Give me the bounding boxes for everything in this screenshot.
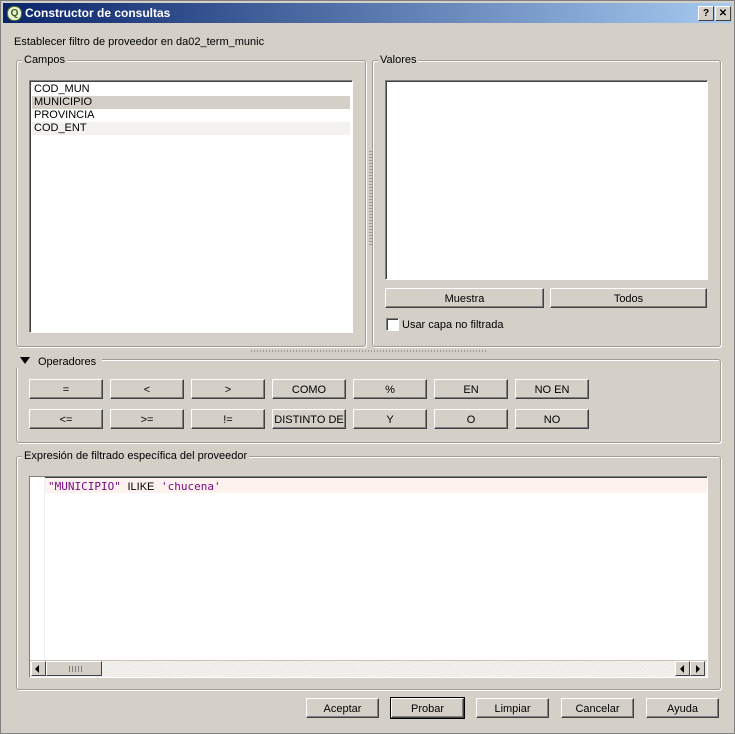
expr-keyword-token: ILIKE [127,481,155,493]
fields-list[interactable]: COD_MUN MUNICIPIO PROVINCIA COD_ENT [29,80,353,333]
title-bar: Q Constructor de consultas ? ✕ [3,3,732,23]
sample-button[interactable]: Muestra [385,288,544,308]
op-in-button[interactable]: EN [434,379,508,399]
field-item[interactable]: COD_MUN [32,83,350,96]
ok-button[interactable]: Aceptar [306,698,379,718]
operators-group-header[interactable]: Operadores [15,356,103,368]
arrow-right-icon [696,665,700,673]
query-builder-dialog: Q Constructor de consultas ? ✕ Establece… [0,0,735,734]
editor-gutter [30,477,45,677]
cancel-button[interactable]: Cancelar [561,698,634,718]
op-greater-button[interactable]: > [191,379,265,399]
op-or-button[interactable]: O [434,409,508,429]
scroll-left-button-2[interactable] [675,661,690,676]
scroll-right-button[interactable] [690,661,705,676]
op-and-button[interactable]: Y [353,409,427,429]
field-item[interactable]: PROVINCIA [32,109,350,122]
expr-value-token: 'chucena' [161,480,221,493]
scroll-thumb[interactable] [46,661,102,676]
help-title-button[interactable]: ? [698,6,714,21]
provider-filter-label: Establecer filtro de proveedor en da02_t… [14,36,265,48]
grip-icon [69,666,83,672]
op-not-in-button[interactable]: NO EN [515,379,589,399]
expression-code[interactable]: "MUNICIPIO" ILIKE 'chucena' [48,480,221,493]
op-equal-button[interactable]: = [29,379,103,399]
arrow-left-icon [680,665,684,673]
values-group-title: Valores [378,54,419,66]
op-like-button[interactable]: COMO [272,379,346,399]
operators-group [16,359,721,443]
window-title: Constructor de consultas [25,6,171,20]
unfiltered-layer-label: Usar capa no filtrada [402,319,504,331]
fields-group-title: Campos [22,54,67,66]
op-less-button[interactable]: < [110,379,184,399]
horizontal-splitter-handle[interactable] [251,350,487,352]
collapse-triangle-icon[interactable] [20,357,30,364]
op-not-button[interactable]: NO [515,409,589,429]
op-less-equal-button[interactable]: <= [29,409,103,429]
all-button[interactable]: Todos [550,288,707,308]
op-percent-button[interactable]: % [353,379,427,399]
unfiltered-layer-checkbox[interactable] [386,318,399,331]
clear-button[interactable]: Limpiar [476,698,549,718]
scroll-left-button[interactable] [31,661,46,676]
op-not-equal-button[interactable]: != [191,409,265,429]
expression-editor[interactable]: "MUNICIPIO" ILIKE 'chucena' [29,476,708,678]
help-button[interactable]: Ayuda [646,698,719,718]
op-greater-equal-button[interactable]: >= [110,409,184,429]
field-item[interactable]: MUNICIPIO [32,96,350,109]
op-ilike-button[interactable]: DISTINTO DE [272,409,346,429]
qgis-logo-icon: Q [7,6,22,21]
values-list[interactable] [385,80,708,280]
horizontal-scrollbar[interactable] [30,660,707,677]
close-title-button[interactable]: ✕ [715,6,731,21]
expression-group-title: Expresión de filtrado específica del pro… [22,450,250,462]
arrow-left-icon [35,665,39,673]
test-button[interactable]: Probar [390,697,465,719]
expr-field-token: "MUNICIPIO" [48,480,121,493]
field-item[interactable]: COD_ENT [32,122,350,135]
operators-group-title: Operadores [38,356,97,368]
